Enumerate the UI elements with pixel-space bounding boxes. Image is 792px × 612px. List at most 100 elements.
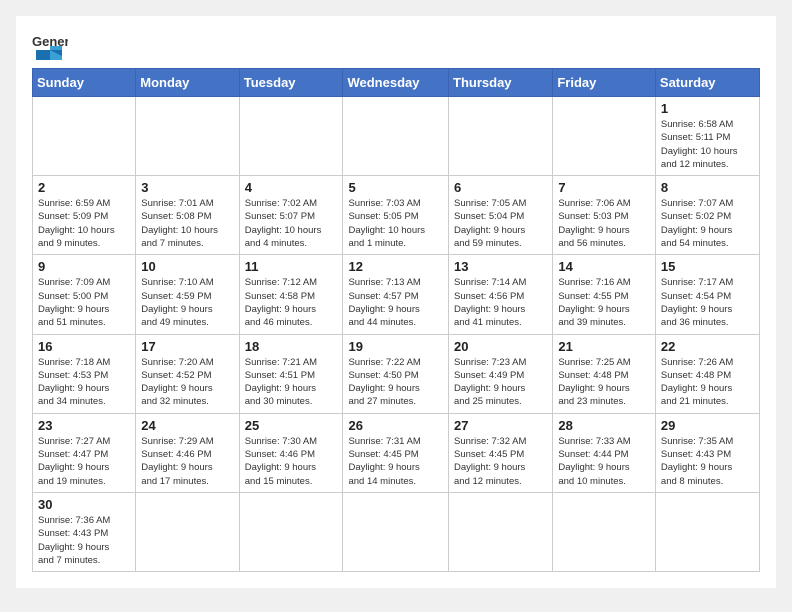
day-info: Sunrise: 7:16 AM Sunset: 4:55 PM Dayligh… xyxy=(558,276,650,329)
logo-area: General xyxy=(32,32,72,60)
day-number: 3 xyxy=(141,180,233,195)
calendar-cell: 20Sunrise: 7:23 AM Sunset: 4:49 PM Dayli… xyxy=(449,334,553,413)
day-number: 7 xyxy=(558,180,650,195)
day-number: 17 xyxy=(141,339,233,354)
calendar-cell: 8Sunrise: 7:07 AM Sunset: 5:02 PM Daylig… xyxy=(655,176,759,255)
day-number: 9 xyxy=(38,259,130,274)
calendar-cell xyxy=(136,492,239,571)
day-number: 28 xyxy=(558,418,650,433)
calendar-cell: 7 Sunrise: 7:06 AM Sunset: 5:03 PM Daylig… xyxy=(553,176,656,255)
calendar-header-row: SundayMondayTuesdayWednesdayThursdayFrid… xyxy=(33,69,760,97)
day-info: Sunrise: 7:18 AM Sunset: 4:53 PM Dayligh… xyxy=(38,356,130,409)
calendar-header-friday: Friday xyxy=(553,69,656,97)
day-number: 21 xyxy=(558,339,650,354)
day-info: Sunrise: 7:23 AM Sunset: 4:49 PM Dayligh… xyxy=(454,356,547,409)
calendar-cell xyxy=(449,492,553,571)
calendar-cell: 15 Sunrise: 7:17 AM Sunset: 4:54 PM Dayli… xyxy=(655,255,759,334)
day-info: Sunrise: 7:22 AM Sunset: 4:50 PM Dayligh… xyxy=(348,356,443,409)
day-info: Sunrise: 7:21 AM Sunset: 4:51 PM Dayligh… xyxy=(245,356,338,409)
calendar-page: General SundayMondayTuesdayWednesdayThur… xyxy=(16,16,776,588)
day-info: Sunrise: 7:33 AM Sunset: 4:44 PM Dayligh… xyxy=(558,435,650,488)
calendar-cell xyxy=(33,97,136,176)
calendar-cell: 2 Sunrise: 6:59 AM Sunset: 5:09 PM Daylig… xyxy=(33,176,136,255)
day-number: 4 xyxy=(245,180,338,195)
calendar-week-row: 16 Sunrise: 7:18 AM Sunset: 4:53 PM Dayli… xyxy=(33,334,760,413)
calendar-header-wednesday: Wednesday xyxy=(343,69,449,97)
day-info: Sunrise: 7:20 AM Sunset: 4:52 PM Dayligh… xyxy=(141,356,233,409)
calendar-cell xyxy=(343,492,449,571)
day-number: 5 xyxy=(348,180,443,195)
calendar-cell: 18 Sunrise: 7:21 AM Sunset: 4:51 PM Dayli… xyxy=(239,334,343,413)
calendar-week-row: 2 Sunrise: 6:59 AM Sunset: 5:09 PM Daylig… xyxy=(33,176,760,255)
day-info: Sunrise: 7:03 AM Sunset: 5:05 PM Dayligh… xyxy=(348,197,443,250)
calendar-cell xyxy=(449,97,553,176)
day-info: Sunrise: 7:27 AM Sunset: 4:47 PM Dayligh… xyxy=(38,435,130,488)
day-info: Sunrise: 7:01 AM Sunset: 5:08 PM Dayligh… xyxy=(141,197,233,250)
day-number: 26 xyxy=(348,418,443,433)
day-info: Sunrise: 7:13 AM Sunset: 4:57 PM Dayligh… xyxy=(348,276,443,329)
day-number: 18 xyxy=(245,339,338,354)
day-info: Sunrise: 7:30 AM Sunset: 4:46 PM Dayligh… xyxy=(245,435,338,488)
calendar-week-row: 1Sunrise: 6:58 AM Sunset: 5:11 PM Daylig… xyxy=(33,97,760,176)
calendar-cell: 6 Sunrise: 7:05 AM Sunset: 5:04 PM Daylig… xyxy=(449,176,553,255)
calendar-cell xyxy=(239,97,343,176)
calendar-header-saturday: Saturday xyxy=(655,69,759,97)
day-info: Sunrise: 6:58 AM Sunset: 5:11 PM Dayligh… xyxy=(661,118,754,171)
calendar-cell: 19 Sunrise: 7:22 AM Sunset: 4:50 PM Dayli… xyxy=(343,334,449,413)
calendar-cell: 22 Sunrise: 7:26 AM Sunset: 4:48 PM Dayli… xyxy=(655,334,759,413)
generalblue-logo-icon: General xyxy=(32,32,68,60)
day-info: Sunrise: 7:26 AM Sunset: 4:48 PM Dayligh… xyxy=(661,356,754,409)
calendar-cell: 14 Sunrise: 7:16 AM Sunset: 4:55 PM Dayli… xyxy=(553,255,656,334)
calendar-cell: 27 Sunrise: 7:32 AM Sunset: 4:45 PM Dayli… xyxy=(449,413,553,492)
day-number: 12 xyxy=(348,259,443,274)
calendar-header-tuesday: Tuesday xyxy=(239,69,343,97)
calendar-cell: 12 Sunrise: 7:13 AM Sunset: 4:57 PM Dayli… xyxy=(343,255,449,334)
day-info: Sunrise: 7:06 AM Sunset: 5:03 PM Dayligh… xyxy=(558,197,650,250)
day-info: Sunrise: 7:02 AM Sunset: 5:07 PM Dayligh… xyxy=(245,197,338,250)
calendar-cell xyxy=(343,97,449,176)
day-info: Sunrise: 7:31 AM Sunset: 4:45 PM Dayligh… xyxy=(348,435,443,488)
calendar-cell: 13Sunrise: 7:14 AM Sunset: 4:56 PM Dayli… xyxy=(449,255,553,334)
calendar-table: SundayMondayTuesdayWednesdayThursdayFrid… xyxy=(32,68,760,572)
calendar-cell: 16 Sunrise: 7:18 AM Sunset: 4:53 PM Dayli… xyxy=(33,334,136,413)
day-info: Sunrise: 7:05 AM Sunset: 5:04 PM Dayligh… xyxy=(454,197,547,250)
day-number: 15 xyxy=(661,259,754,274)
calendar-cell xyxy=(553,97,656,176)
day-info: Sunrise: 6:59 AM Sunset: 5:09 PM Dayligh… xyxy=(38,197,130,250)
day-number: 2 xyxy=(38,180,130,195)
calendar-cell: 26 Sunrise: 7:31 AM Sunset: 4:45 PM Dayli… xyxy=(343,413,449,492)
day-info: Sunrise: 7:17 AM Sunset: 4:54 PM Dayligh… xyxy=(661,276,754,329)
page-header: General xyxy=(32,32,760,60)
calendar-header-monday: Monday xyxy=(136,69,239,97)
day-number: 16 xyxy=(38,339,130,354)
calendar-cell: 24Sunrise: 7:29 AM Sunset: 4:46 PM Dayli… xyxy=(136,413,239,492)
calendar-cell: 4 Sunrise: 7:02 AM Sunset: 5:07 PM Daylig… xyxy=(239,176,343,255)
calendar-cell: 23 Sunrise: 7:27 AM Sunset: 4:47 PM Dayli… xyxy=(33,413,136,492)
calendar-week-row: 30Sunrise: 7:36 AM Sunset: 4:43 PM Dayli… xyxy=(33,492,760,571)
calendar-cell: 9 Sunrise: 7:09 AM Sunset: 5:00 PM Daylig… xyxy=(33,255,136,334)
calendar-cell: 30Sunrise: 7:36 AM Sunset: 4:43 PM Dayli… xyxy=(33,492,136,571)
calendar-week-row: 23 Sunrise: 7:27 AM Sunset: 4:47 PM Dayli… xyxy=(33,413,760,492)
calendar-cell: 29Sunrise: 7:35 AM Sunset: 4:43 PM Dayli… xyxy=(655,413,759,492)
day-number: 22 xyxy=(661,339,754,354)
calendar-cell: 17 Sunrise: 7:20 AM Sunset: 4:52 PM Dayli… xyxy=(136,334,239,413)
calendar-cell: 25Sunrise: 7:30 AM Sunset: 4:46 PM Dayli… xyxy=(239,413,343,492)
calendar-header-thursday: Thursday xyxy=(449,69,553,97)
day-number: 8 xyxy=(661,180,754,195)
day-number: 30 xyxy=(38,497,130,512)
calendar-cell xyxy=(239,492,343,571)
day-info: Sunrise: 7:32 AM Sunset: 4:45 PM Dayligh… xyxy=(454,435,547,488)
calendar-cell: 5 Sunrise: 7:03 AM Sunset: 5:05 PM Daylig… xyxy=(343,176,449,255)
day-number: 6 xyxy=(454,180,547,195)
day-number: 27 xyxy=(454,418,547,433)
day-info: Sunrise: 7:25 AM Sunset: 4:48 PM Dayligh… xyxy=(558,356,650,409)
day-number: 23 xyxy=(38,418,130,433)
day-info: Sunrise: 7:35 AM Sunset: 4:43 PM Dayligh… xyxy=(661,435,754,488)
day-info: Sunrise: 7:09 AM Sunset: 5:00 PM Dayligh… xyxy=(38,276,130,329)
calendar-cell xyxy=(136,97,239,176)
day-number: 19 xyxy=(348,339,443,354)
day-number: 13 xyxy=(454,259,547,274)
calendar-cell: 28 Sunrise: 7:33 AM Sunset: 4:44 PM Dayli… xyxy=(553,413,656,492)
day-info: Sunrise: 7:29 AM Sunset: 4:46 PM Dayligh… xyxy=(141,435,233,488)
day-number: 14 xyxy=(558,259,650,274)
